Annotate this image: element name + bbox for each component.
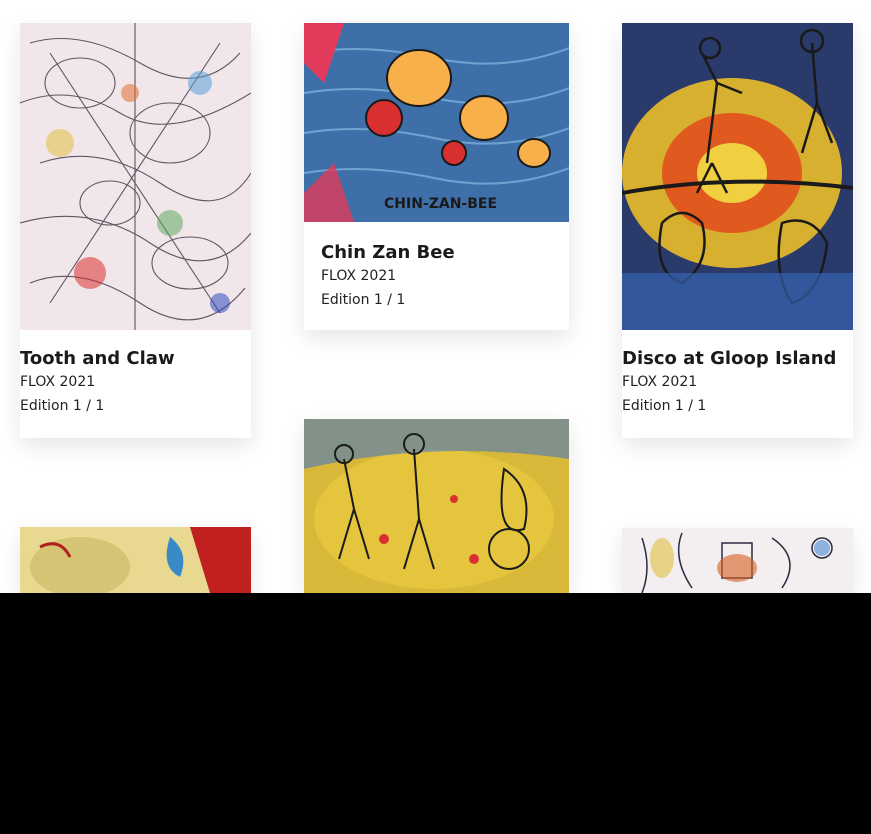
artwork-info: Tooth and Claw FLOX 2021 Edition 1 / 1 [20,348,251,416]
artwork-card-chin-zan-bee[interactable]: CHIN-ZAN-BEE Chin Zan Bee FLOX 2021 Edit… [304,23,569,330]
artwork-artist: FLOX 2021 [321,268,397,284]
artwork-card-disco-at-gloop-island[interactable]: Disco at Gloop Island FLOX 2021 Edition … [622,23,853,438]
artwork-card-partial-right[interactable] [622,528,853,593]
artwork-card-partial-middle[interactable] [304,419,569,593]
artwork-card-tooth-and-claw[interactable]: Tooth and Claw FLOX 2021 Edition 1 / 1 [20,23,251,438]
artwork-title[interactable]: Disco at Gloop Island [622,348,853,370]
artwork-image[interactable] [20,23,251,330]
artwork-image[interactable] [20,527,251,593]
artwork-card-partial-left[interactable] [20,527,251,593]
black-overlay [0,593,871,834]
artwork-edition: Edition 1 / 1 [20,398,105,414]
artwork-info: Disco at Gloop Island FLOX 2021 Edition … [622,348,853,416]
artwork-image[interactable] [622,528,853,593]
artwork-image[interactable] [622,23,853,330]
artwork-title[interactable]: Tooth and Claw [20,348,251,370]
artwork-image[interactable]: CHIN-ZAN-BEE [304,23,569,222]
artwork-lettering: CHIN-ZAN-BEE [384,196,497,212]
artwork-title[interactable]: Chin Zan Bee [321,242,569,264]
artwork-info: Chin Zan Bee FLOX 2021 Edition 1 / 1 [321,242,569,310]
artwork-edition: Edition 1 / 1 [321,292,406,308]
artwork-artist: FLOX 2021 [20,374,96,390]
artwork-image[interactable] [304,419,569,593]
artwork-edition: Edition 1 / 1 [622,398,707,414]
artwork-artist: FLOX 2021 [622,374,698,390]
